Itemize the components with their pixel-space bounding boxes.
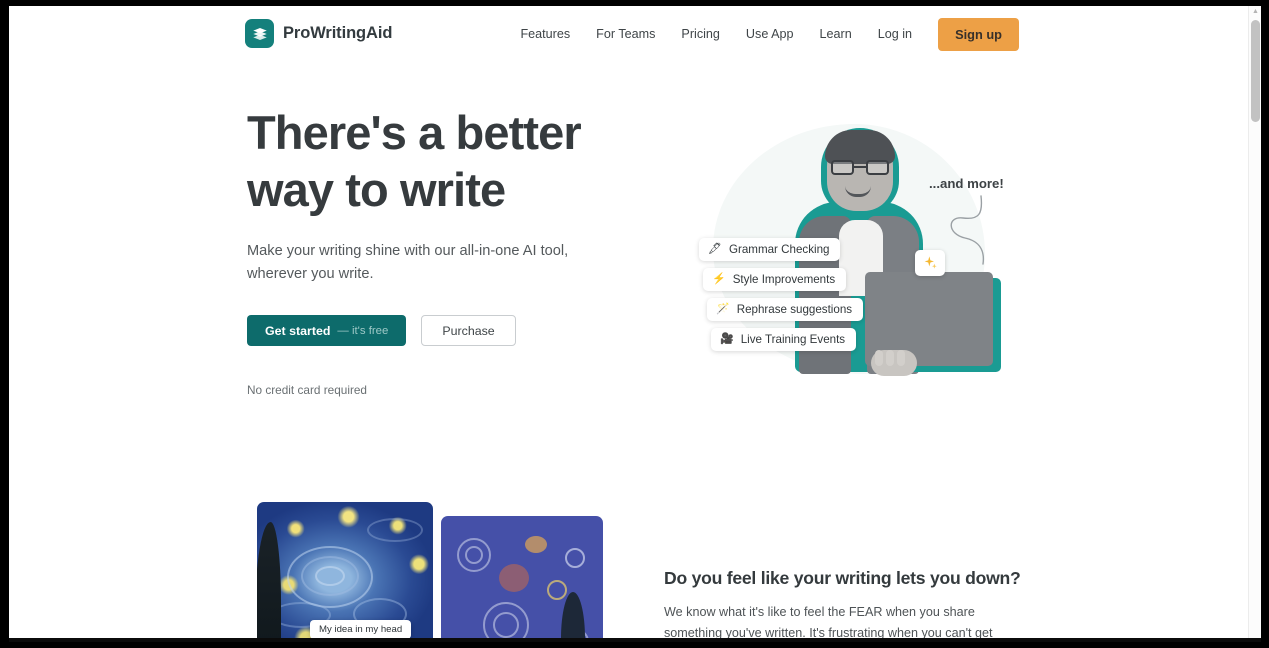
page-scrollbar[interactable]: ▲ [1248,6,1261,642]
person-hand [871,350,917,376]
no-credit-card-note: No credit card required [247,383,367,397]
page-title: There's a better way to write [247,104,647,218]
section-heading: Do you feel like your writing lets you d… [664,568,1021,588]
brand-name: ProWritingAid [283,24,393,42]
browser-viewport: ProWritingAid Features For Teams Pricing… [9,6,1261,642]
feature-chip-label: Grammar Checking [728,243,830,256]
glasses-icon [831,160,889,175]
comparison-images: My idea in my head [257,502,607,642]
brand-logo-link[interactable]: ProWritingAid [245,19,392,48]
hero-subtitle: Make your writing shine with our all-in-… [247,243,569,282]
video-camera-icon: 🎥 [720,333,734,345]
purchase-button[interactable]: Purchase [421,315,516,346]
crude-drawing-image [441,516,603,642]
nav-link-learn[interactable]: Learn [807,21,865,47]
idea-caption-label: My idea in my head [310,620,412,639]
cypress-tree [257,522,281,642]
and-more-annotation: ...and more! [929,176,1004,191]
crude-cypress-tree [561,592,585,642]
page-canvas: ProWritingAid Features For Teams Pricing… [9,6,1261,642]
sparkles-icon [915,250,945,276]
scrollbar-thumb[interactable] [1251,20,1260,122]
nav-link-log-in[interactable]: Log in [865,21,925,47]
person-hair [825,130,895,164]
nav-link-pricing[interactable]: Pricing [668,21,733,47]
hero-title-line-2: way to write [247,163,506,216]
quill-pen-icon: 🖋 [708,243,722,255]
scrollbar-up-arrow[interactable]: ▲ [1252,8,1259,15]
feature-chip-grammar-checking[interactable]: 🖋 Grammar Checking [699,238,841,261]
nav-link-features[interactable]: Features [507,21,583,47]
feature-chip-label: Live Training Events [740,333,846,346]
main-navigation: Features For Teams Pricing Use App Learn… [507,6,1019,62]
hero-illustration: ...and more! 🖋 Grammar Checking ⚡ Style … [671,102,1031,402]
viewport-bottom-edge [9,638,1261,642]
hero-copy-block: There's a better way to write Make your … [247,104,647,397]
laptop-illustration [865,272,1001,376]
section-body-text: We know what it's like to feel the FEAR … [664,605,993,640]
feature-chip-label: Style Improvements [732,273,836,286]
hero-title-line-1: There's a better [247,106,582,159]
sign-up-button[interactable]: Sign up [938,17,1019,51]
site-header: ProWritingAid Features For Teams Pricing… [9,6,1261,62]
magic-wand-icon: 🪄 [716,303,730,315]
hero-cta-group: Get started — it's free Purchase [247,315,647,346]
section-two-copy: Do you feel like your writing lets you d… [664,568,1024,642]
feature-chip-style-improvements[interactable]: ⚡ Style Improvements [703,268,847,291]
nav-link-for-teams[interactable]: For Teams [583,21,668,47]
nav-link-use-app[interactable]: Use App [733,21,807,47]
get-started-label: Get started [265,323,331,338]
feature-chip-live-training-events[interactable]: 🎥 Live Training Events [711,328,857,351]
stacked-pages-icon [245,19,274,48]
feature-chip-list: 🖋 Grammar Checking ⚡ Style Improvements … [699,238,864,358]
feature-chip-rephrase-suggestions[interactable]: 🪄 Rephrase suggestions [707,298,864,321]
get-started-button[interactable]: Get started — it's free [247,315,407,346]
get-started-suffix: — it's free [337,324,389,337]
lightning-bolt-icon: ⚡ [712,273,726,285]
feature-chip-label: Rephrase suggestions [736,303,853,316]
